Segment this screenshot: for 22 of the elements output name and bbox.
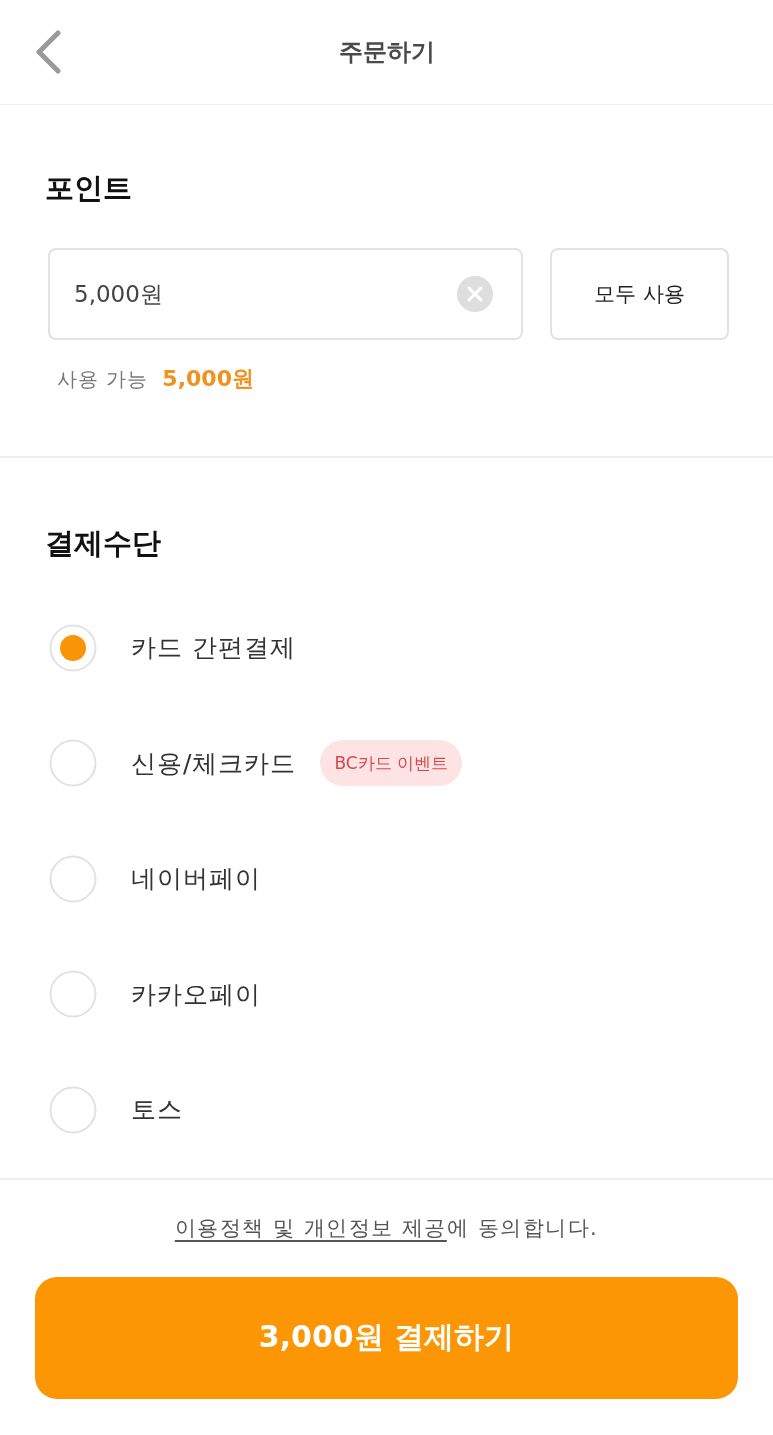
radio-button[interactable] (49, 854, 97, 903)
use-all-button[interactable]: 모두 사용 (550, 248, 729, 340)
payment-option-label[interactable]: 카카오페이 (131, 977, 261, 1011)
event-badge: BC카드 이벤트 (320, 740, 463, 787)
radio-button[interactable] (49, 1085, 97, 1134)
back-icon[interactable] (35, 30, 61, 74)
radio-button[interactable] (49, 623, 97, 672)
agreement-text: 이용정책 및 개인정보 제공에 동의합니다. (173, 1214, 600, 1242)
payment-option-label[interactable]: 신용/체크카드 (131, 746, 297, 780)
page-title: 주문하기 (338, 37, 435, 68)
radio-button[interactable] (49, 970, 97, 1019)
payment-option-label[interactable]: 네이버페이 (131, 862, 261, 896)
payment-option-label[interactable]: 카드 간편결제 (131, 631, 296, 665)
radio-button[interactable] (49, 739, 97, 788)
section-title: 포인트 (45, 170, 133, 206)
payment-option-label[interactable]: 토스 (131, 1093, 183, 1127)
clear-icon[interactable] (457, 276, 493, 312)
available-amount: 5,000원 (162, 365, 254, 393)
points-input[interactable]: 5,000원 (48, 248, 523, 340)
policy-link[interactable]: 이용정책 및 개인정보 제공 (174, 1215, 447, 1240)
available-label: 사용 가능 (57, 365, 149, 393)
section-title: 결제수단 (45, 525, 162, 561)
